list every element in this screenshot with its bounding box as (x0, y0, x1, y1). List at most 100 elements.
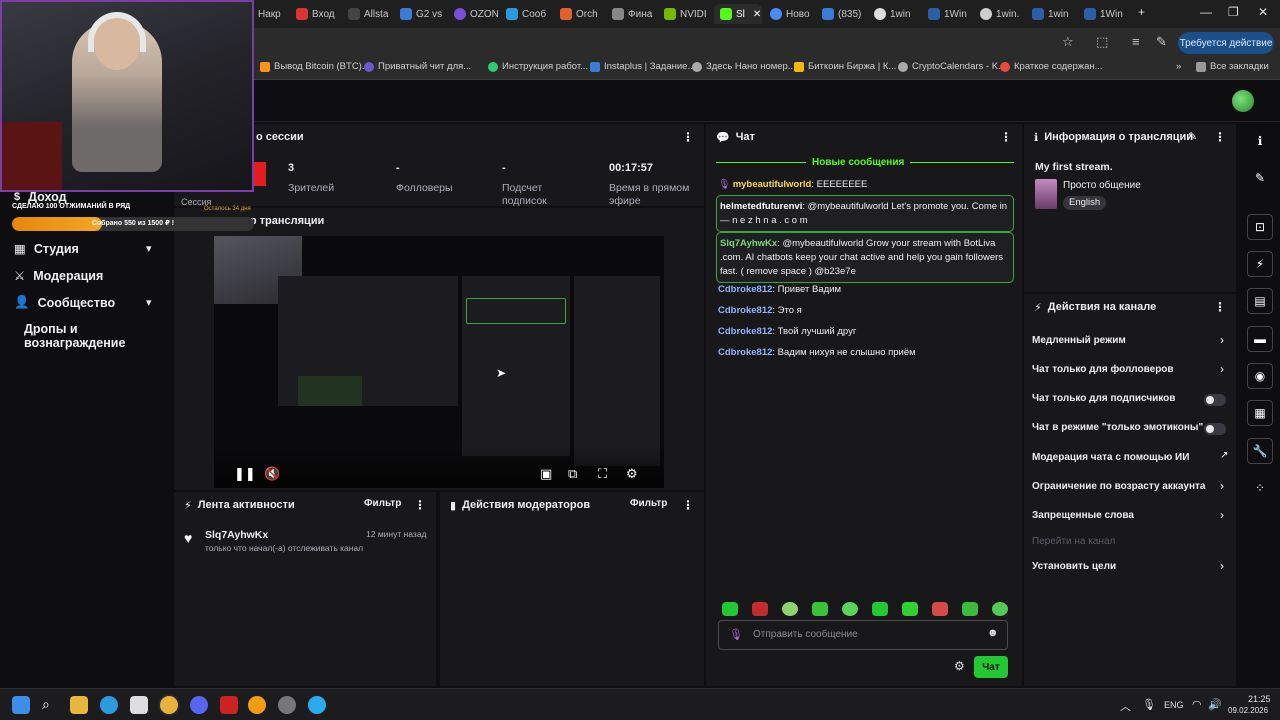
emote-icon[interactable] (842, 602, 858, 616)
chevron-right-icon[interactable]: › (1220, 362, 1224, 376)
followers-only-row[interactable]: Чат только для фолловеров (1032, 364, 1232, 375)
browser-tab[interactable]: 1Win (1084, 4, 1128, 24)
browser-tab[interactable]: Ново (770, 4, 814, 24)
chrome-icon[interactable] (160, 696, 178, 714)
nav-item-income[interactable]: $ Доход (14, 190, 67, 204)
close-tab-icon[interactable]: ✕ (753, 9, 761, 20)
browser-tab[interactable]: NVIDI (664, 4, 708, 24)
browser-tab[interactable]: Allsta (348, 4, 390, 24)
browser-tab[interactable]: 1win (1032, 4, 1076, 24)
nav-item-studio[interactable]: ▦ Студия ▾ (14, 241, 152, 257)
chevron-right-icon[interactable]: › (1220, 559, 1224, 573)
activity-user[interactable]: Slq7AyhwKx (205, 529, 268, 541)
app-icon[interactable] (220, 696, 238, 714)
close-window-icon[interactable]: ✕ (1258, 5, 1268, 19)
browser-tab[interactable]: Orch (560, 4, 604, 24)
bookmark-item[interactable]: Приватный чит для... (364, 61, 471, 72)
account-age-row[interactable]: Ограничение по возрасту аккаунта (1032, 481, 1232, 492)
emoji-icon[interactable]: ☻ (987, 627, 999, 639)
pause-icon[interactable]: ❚❚ (234, 466, 256, 482)
bookmark-star-icon[interactable]: ☆ (1062, 34, 1074, 50)
pen-icon[interactable]: ✎ (1156, 34, 1167, 50)
chat-user[interactable]: Cdbroke812 (718, 305, 772, 316)
more-bookmarks-icon[interactable]: » (1176, 61, 1181, 72)
chat-user[interactable]: Cdbroke812 (718, 347, 772, 358)
chat-user[interactable]: Cdbroke812 (718, 326, 772, 337)
more-options-icon[interactable]: ⋮ (1214, 130, 1226, 144)
subscribers-only-toggle[interactable] (1204, 394, 1226, 406)
clock-time[interactable]: 21:25 (1248, 694, 1271, 704)
chat-user[interactable]: Slq7AyhwKx (720, 238, 777, 249)
category-name[interactable]: Просто общение (1063, 180, 1141, 191)
search-icon[interactable]: ⌕ (42, 696, 60, 714)
bookmark-item[interactable]: Instaplus | Задание... (590, 61, 695, 72)
nav-item-moderation[interactable]: ⚔ Модерация (14, 268, 103, 284)
settings-icon[interactable]: ⚙ (626, 466, 638, 482)
mute-icon[interactable]: 🔇 (264, 466, 280, 482)
ai-moderation-row[interactable]: Модерация чата с помощью ИИ (1032, 452, 1232, 463)
more-options-icon[interactable]: ⋮ (1214, 300, 1226, 314)
browser-tab[interactable]: Сооб (506, 4, 550, 24)
all-bookmarks-folder[interactable]: Все закладки (1196, 61, 1269, 72)
filter-button[interactable]: Фильтр (630, 498, 667, 509)
browser-tab[interactable]: G2 vs (400, 4, 444, 24)
extensions-icon[interactable]: ⬚ (1096, 34, 1108, 50)
store-icon[interactable] (130, 696, 148, 714)
layout-icon[interactable]: ▦ (1247, 400, 1273, 426)
chat-send-button[interactable]: Чат (974, 656, 1008, 678)
browser-tab-active[interactable]: Sl ✕ (714, 4, 762, 24)
go-to-channel-row[interactable]: Перейти на канал (1032, 536, 1232, 547)
emote-icon[interactable] (752, 602, 768, 616)
broadcast-icon[interactable]: ◉ (1247, 363, 1273, 389)
browser-tab[interactable]: (835) (822, 4, 866, 24)
chat-icon[interactable]: ▬ (1247, 326, 1273, 352)
slow-mode-row[interactable]: Медленный режим (1032, 335, 1232, 346)
chevron-right-icon[interactable]: › (1220, 333, 1224, 347)
discord-icon[interactable] (190, 696, 208, 714)
chevron-right-icon[interactable]: › (1220, 508, 1224, 522)
browser-tab[interactable]: 1Win (928, 4, 972, 24)
pencil-icon[interactable]: ✎ (1247, 165, 1273, 191)
emote-icon[interactable] (812, 602, 828, 616)
chat-user[interactable]: mybeautifulworld (733, 179, 812, 190)
chat-user[interactable]: helmetedfuturenvi (720, 201, 802, 212)
more-options-icon[interactable]: ⋮ (414, 498, 426, 512)
target-icon[interactable]: ⊡ (1247, 214, 1273, 240)
chevron-right-icon[interactable]: › (1220, 479, 1224, 493)
emote-icon[interactable] (962, 602, 978, 616)
file-explorer-icon[interactable] (70, 696, 88, 714)
nav-item-community[interactable]: 👤 Сообщество ▾ (14, 295, 152, 310)
language-indicator[interactable]: ENG (1164, 700, 1184, 710)
emote-only-toggle[interactable] (1204, 423, 1226, 435)
filter-button[interactable]: Фильтр (364, 498, 401, 509)
apps-icon[interactable]: ⁘ (1247, 475, 1273, 501)
emote-icon[interactable] (722, 602, 738, 616)
browser-tab[interactable]: Фина (612, 4, 656, 24)
more-options-icon[interactable]: ⋮ (682, 498, 694, 512)
theater-icon[interactable]: ⧉ (568, 466, 577, 482)
windows-start-icon[interactable] (12, 696, 30, 714)
emote-icon[interactable] (932, 602, 948, 616)
app-icon[interactable] (248, 696, 266, 714)
bookmark-item[interactable]: CryptoCalendars - K... (898, 61, 1006, 72)
minimize-icon[interactable]: — (1200, 5, 1212, 19)
maximize-icon[interactable]: ❐ (1228, 5, 1239, 19)
bookmark-item[interactable]: Биткоин Биржа | К... (794, 61, 896, 72)
lightning-icon[interactable]: ⚡ (1247, 251, 1273, 277)
emote-icon[interactable] (902, 602, 918, 616)
wifi-icon[interactable]: ◠ (1192, 698, 1202, 711)
bookmark-item[interactable]: Краткое содержан... (1000, 61, 1103, 72)
banned-words-row[interactable]: Запрещенные слова (1032, 510, 1232, 521)
fullscreen-icon[interactable]: ⛶ (598, 466, 607, 482)
edge-icon[interactable] (100, 696, 118, 714)
telegram-icon[interactable] (308, 696, 326, 714)
more-options-icon[interactable]: ⋮ (1000, 130, 1012, 144)
chat-settings-icon[interactable]: ⚙ (954, 659, 965, 673)
browser-tab[interactable]: 1win (874, 4, 918, 24)
emote-icon[interactable] (872, 602, 888, 616)
chat-user[interactable]: Cdbroke812 (718, 284, 772, 295)
browser-tab[interactable]: 1win. (980, 4, 1024, 24)
emote-icon[interactable] (992, 602, 1008, 616)
tray-chevron-icon[interactable]: ︿ (1120, 698, 1131, 714)
profile-avatar[interactable] (1232, 90, 1254, 112)
